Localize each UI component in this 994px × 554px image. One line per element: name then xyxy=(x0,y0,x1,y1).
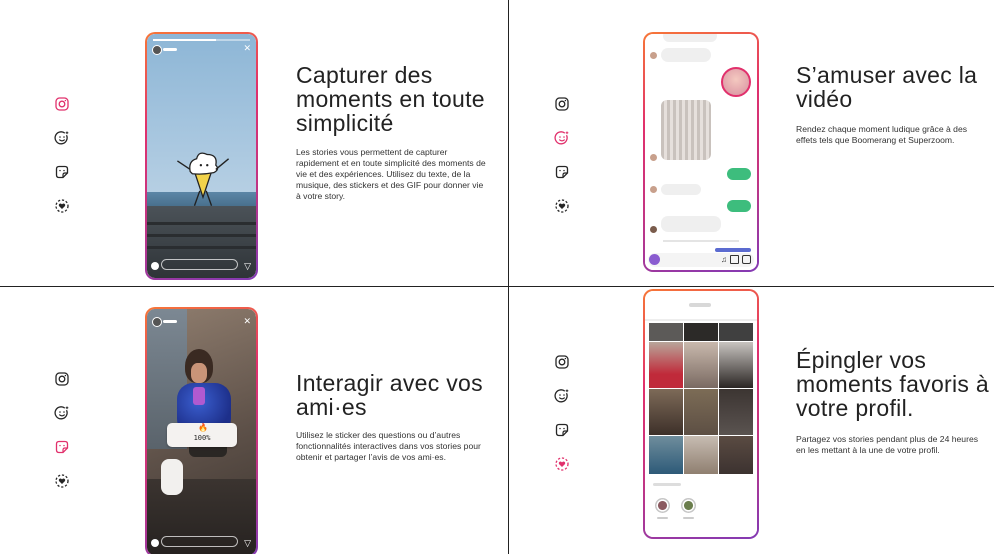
camera-button[interactable] xyxy=(151,262,159,270)
emoji-slider-sticker[interactable]: 🔥 100% xyxy=(167,423,237,447)
ice-cream-sticker xyxy=(177,152,230,206)
feature-title: Interagir avec vos ami·es xyxy=(296,370,483,420)
gallery-icon[interactable] xyxy=(730,255,739,264)
poll-value: 100 xyxy=(193,434,207,442)
feature-pin: Épingler vos moments favoris à votre pro… xyxy=(509,287,994,554)
fire-icon: 🔥 xyxy=(198,423,208,432)
feature-icon-list xyxy=(54,96,70,214)
poll-unit: % xyxy=(206,434,211,442)
smiley-sparkle-icon[interactable] xyxy=(54,405,70,421)
camera-button[interactable] xyxy=(649,254,660,265)
video-message[interactable] xyxy=(661,100,711,160)
profile-phone xyxy=(643,289,759,539)
smiley-sparkle-icon[interactable] xyxy=(554,130,570,146)
story-screen: ✕ ▽ xyxy=(147,34,256,278)
feature-description: Partagez vos stories pendant plus de 24 … xyxy=(796,434,979,455)
story-phone: ✕ 🔥 100% ▽ xyxy=(145,307,258,554)
feature-title: S’amuser avec la vidéo xyxy=(796,62,978,112)
camera-button[interactable] xyxy=(151,539,159,547)
sticker-icon[interactable] xyxy=(554,422,570,438)
feature-title: Capturer des moments en toute simplicité xyxy=(296,62,485,136)
feature-interact: ✕ 🔥 100% ▽ Interagir avec vos ami·es Uti… xyxy=(0,287,509,554)
feature-title: Épingler vos moments favoris à votre pro… xyxy=(796,347,989,421)
feature-description: Rendez chaque moment ludique grâce à des… xyxy=(796,124,968,145)
face-effect-thumbnail[interactable] xyxy=(721,67,751,97)
send-icon[interactable]: ▽ xyxy=(244,262,251,271)
send-icon[interactable]: ▽ xyxy=(244,539,251,548)
highlight-item[interactable] xyxy=(655,498,670,513)
heart-highlight-icon[interactable] xyxy=(554,456,570,472)
heart-highlight-icon[interactable] xyxy=(554,198,570,214)
story-screen: ✕ 🔥 100% ▽ xyxy=(147,309,256,554)
chat-screen: ♫ xyxy=(645,34,757,270)
camera-icon[interactable] xyxy=(54,371,70,387)
sticker-icon[interactable] xyxy=(554,164,570,180)
story-phone: ✕ ▽ xyxy=(145,32,258,280)
features-grid: ✕ ▽ Capturer des moments en toute simpli… xyxy=(0,0,994,554)
close-icon[interactable]: ✕ xyxy=(243,44,251,53)
sticker-icon[interactable] xyxy=(54,164,70,180)
highlight-item[interactable] xyxy=(681,498,696,513)
feature-capture: ✕ ▽ Capturer des moments en toute simpli… xyxy=(0,0,509,287)
camera-icon[interactable] xyxy=(554,96,570,112)
heart-highlight-icon[interactable] xyxy=(54,473,70,489)
close-icon[interactable]: ✕ xyxy=(243,317,251,326)
feature-icon-list xyxy=(554,96,570,214)
camera-icon[interactable] xyxy=(554,354,570,370)
smiley-sparkle-icon[interactable] xyxy=(54,130,70,146)
reply-field[interactable] xyxy=(161,259,238,270)
feature-description: Utilisez le sticker des questions ou d’a… xyxy=(296,430,481,462)
heart-highlight-icon[interactable] xyxy=(54,198,70,214)
profile-screen xyxy=(645,291,757,537)
story-progress-bar xyxy=(153,39,250,41)
chat-phone: ♫ xyxy=(643,32,759,272)
feature-description: Les stories vous permettent de capturer … xyxy=(296,147,486,201)
sticker-icon[interactable] xyxy=(742,255,751,264)
feature-icon-list xyxy=(554,354,570,472)
smiley-sparkle-icon[interactable] xyxy=(554,388,570,404)
avatar xyxy=(152,317,162,327)
feature-icon-list xyxy=(54,371,70,489)
camera-icon[interactable] xyxy=(54,96,70,112)
stories-archive-grid[interactable] xyxy=(649,323,753,475)
microphone-icon[interactable]: ♫ xyxy=(721,256,727,264)
reply-field[interactable] xyxy=(161,536,238,547)
feature-video: ♫ S’amuser avec la vidéo Rendez chaque m… xyxy=(509,0,994,287)
avatar xyxy=(152,45,162,55)
sticker-icon[interactable] xyxy=(54,439,70,455)
